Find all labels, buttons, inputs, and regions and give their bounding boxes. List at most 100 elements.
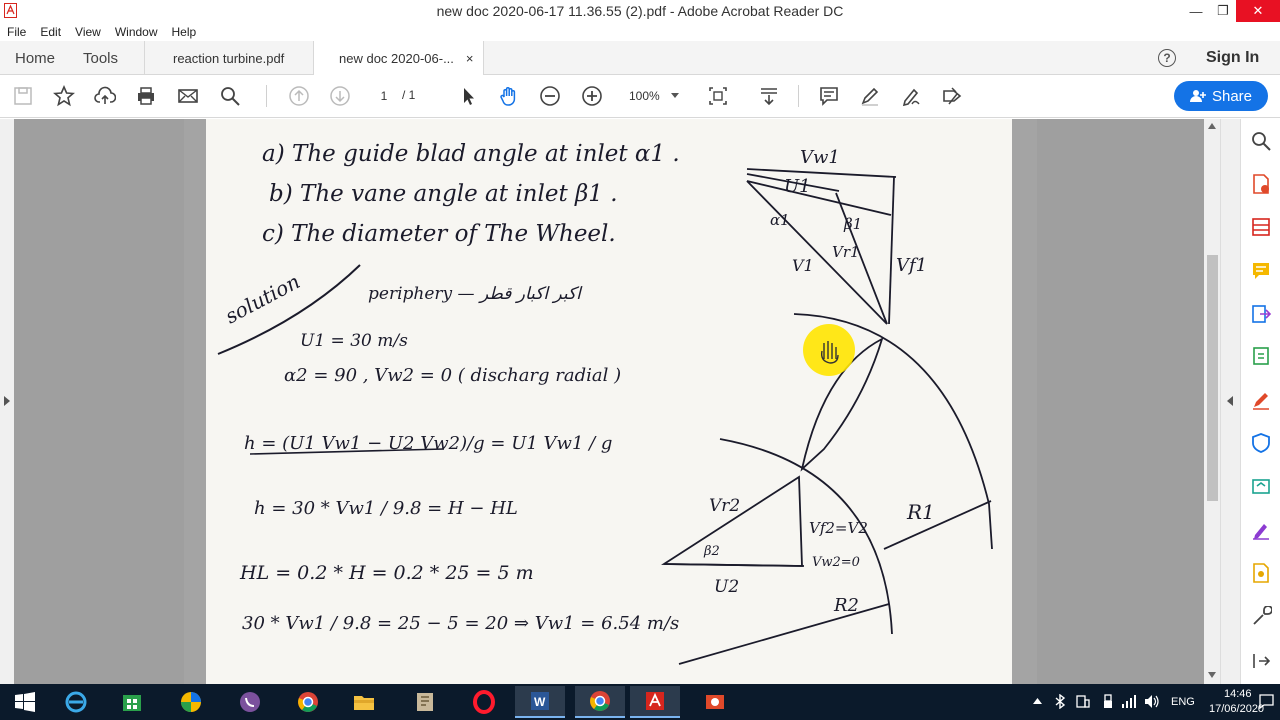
comment-tool-icon[interactable] <box>1250 260 1272 282</box>
certificate-icon[interactable] <box>1250 562 1272 584</box>
search-icon[interactable] <box>1250 130 1272 152</box>
email-icon[interactable] <box>176 84 200 108</box>
devices-icon[interactable] <box>1076 694 1090 709</box>
tab-new-doc[interactable]: new doc 2020-06-... × <box>313 41 484 76</box>
page-number-input[interactable]: 1 <box>371 85 397 107</box>
bookmark-star-icon[interactable] <box>52 84 76 108</box>
file-explorer-icon[interactable] <box>339 686 389 718</box>
language-indicator[interactable]: ENG <box>1171 696 1195 708</box>
tab-close-icon[interactable]: × <box>466 51 474 66</box>
organize-pages-icon[interactable] <box>1250 216 1272 238</box>
chevron-right-icon <box>4 396 10 406</box>
tray-expand-icon[interactable] <box>1033 698 1042 704</box>
toolbar: 1 / 1 100% Share <box>0 75 1280 118</box>
bluetooth-icon[interactable] <box>1054 694 1066 709</box>
zoom-in-icon[interactable] <box>580 84 604 108</box>
search-icon[interactable] <box>218 84 242 108</box>
toolbar-divider <box>266 85 267 107</box>
chrome-active-icon[interactable] <box>575 686 625 718</box>
network-icon[interactable] <box>1121 694 1137 709</box>
create-pdf-icon[interactable] <box>1250 173 1272 195</box>
menu-help[interactable]: Help <box>172 25 197 39</box>
question-line-c: c) The diameter of The Wheel. <box>262 221 616 247</box>
maximize-button[interactable]: ❐ <box>1207 0 1239 22</box>
previous-page-icon[interactable] <box>287 84 311 108</box>
screen-recorder-icon[interactable] <box>690 686 740 718</box>
menu-bar: File Edit View Window Help <box>0 22 1280 41</box>
help-icon[interactable]: ? <box>1158 49 1176 67</box>
label-vw2: Vw2=0 <box>812 555 860 570</box>
cursor-highlight <box>803 324 855 376</box>
opera-icon[interactable] <box>459 686 509 718</box>
label-vf2: Vf2=V2 <box>809 519 868 537</box>
zoom-level-select[interactable]: 100% <box>622 85 684 107</box>
fit-page-icon[interactable] <box>706 84 730 108</box>
send-for-review-icon[interactable] <box>1250 475 1272 497</box>
sign-icon[interactable] <box>899 84 923 108</box>
tab-tools[interactable]: Tools <box>83 41 118 75</box>
select-cursor-icon[interactable] <box>456 84 480 108</box>
fill-sign-icon[interactable] <box>940 84 964 108</box>
share-label: Share <box>1211 87 1253 105</box>
zoom-value: 100% <box>629 89 660 103</box>
scroll-down-icon[interactable] <box>1208 672 1216 678</box>
left-pane-toggle[interactable] <box>0 119 14 684</box>
scroll-up-icon[interactable] <box>1208 123 1216 129</box>
close-button[interactable]: ✕ <box>1236 0 1280 22</box>
label-beta1: β1 <box>843 215 862 233</box>
protect-shield-icon[interactable] <box>1250 432 1272 454</box>
label-vr1: Vr1 <box>832 243 860 261</box>
zoom-out-icon[interactable] <box>538 84 562 108</box>
equation-head: h = (U1 Vw1 − U2 Vw2)/g = U1 Vw1 / g <box>244 433 612 454</box>
viber-icon[interactable] <box>225 686 275 718</box>
share-button[interactable]: Share <box>1174 81 1268 111</box>
add-user-icon <box>1189 90 1206 102</box>
menu-view[interactable]: View <box>75 25 101 39</box>
comment-icon[interactable] <box>817 84 841 108</box>
chrome-icon[interactable] <box>283 686 333 718</box>
hand-tool-icon[interactable] <box>497 84 521 108</box>
tab-bar: Home Tools reaction turbine.pdf new doc … <box>0 41 1280 76</box>
tab-home[interactable]: Home <box>15 41 55 75</box>
usb-icon[interactable] <box>1102 694 1114 709</box>
archive-app-icon[interactable] <box>400 686 450 718</box>
equation-u1: U1 = 30 m/s <box>300 331 408 351</box>
tab-label: new doc 2020-06-... <box>339 51 454 66</box>
window-title: new doc 2020-06-17 11.36.55 (2).pdf - Ad… <box>436 3 844 19</box>
windows-start-icon[interactable] <box>0 686 50 718</box>
save-icon[interactable] <box>11 84 35 108</box>
title-bar: new doc 2020-06-17 11.36.55 (2).pdf - Ad… <box>0 0 1280 22</box>
question-line-a: a) The guide blad angle at inlet α1 . <box>262 141 680 167</box>
clock-date[interactable]: 17/06/2020 <box>1209 703 1264 715</box>
sign-in-button[interactable]: Sign In <box>1206 49 1259 67</box>
print-icon[interactable] <box>134 84 158 108</box>
clock-time[interactable]: 14:46 <box>1224 688 1252 700</box>
export-pdf-icon[interactable] <box>1250 303 1272 325</box>
acrobat-taskbar-icon[interactable] <box>630 686 680 718</box>
menu-edit[interactable]: Edit <box>40 25 61 39</box>
word-icon[interactable]: W <box>515 686 565 718</box>
label-vw1: Vw1 <box>800 147 840 168</box>
scrollbar-thumb[interactable] <box>1207 255 1218 501</box>
notifications-icon[interactable] <box>1259 694 1274 709</box>
menu-window[interactable]: Window <box>115 25 158 39</box>
fill-and-sign-icon[interactable] <box>1250 519 1272 541</box>
internet-explorer-icon[interactable] <box>51 686 101 718</box>
menu-file[interactable]: File <box>7 25 26 39</box>
right-pane-toggle[interactable] <box>1220 119 1240 684</box>
highlight-pen-icon[interactable] <box>858 84 882 108</box>
volume-icon[interactable] <box>1144 694 1160 709</box>
more-tools-icon[interactable] <box>1250 606 1272 628</box>
upload-cloud-icon[interactable] <box>93 84 117 108</box>
store-icon[interactable] <box>107 686 157 718</box>
periphery-note: periphery — اكبر اكبار قطر <box>368 284 583 304</box>
compress-pdf-icon[interactable] <box>1250 345 1272 367</box>
scroll-mode-icon[interactable] <box>757 84 781 108</box>
tab-reaction-turbine[interactable]: reaction turbine.pdf <box>144 41 313 75</box>
chevron-down-icon <box>671 93 679 98</box>
collapse-pane-icon[interactable] <box>1250 650 1272 672</box>
label-u2: U2 <box>714 577 739 597</box>
next-page-icon[interactable] <box>328 84 352 108</box>
photos-app-icon[interactable] <box>166 686 216 718</box>
edit-pdf-icon[interactable] <box>1250 389 1272 411</box>
